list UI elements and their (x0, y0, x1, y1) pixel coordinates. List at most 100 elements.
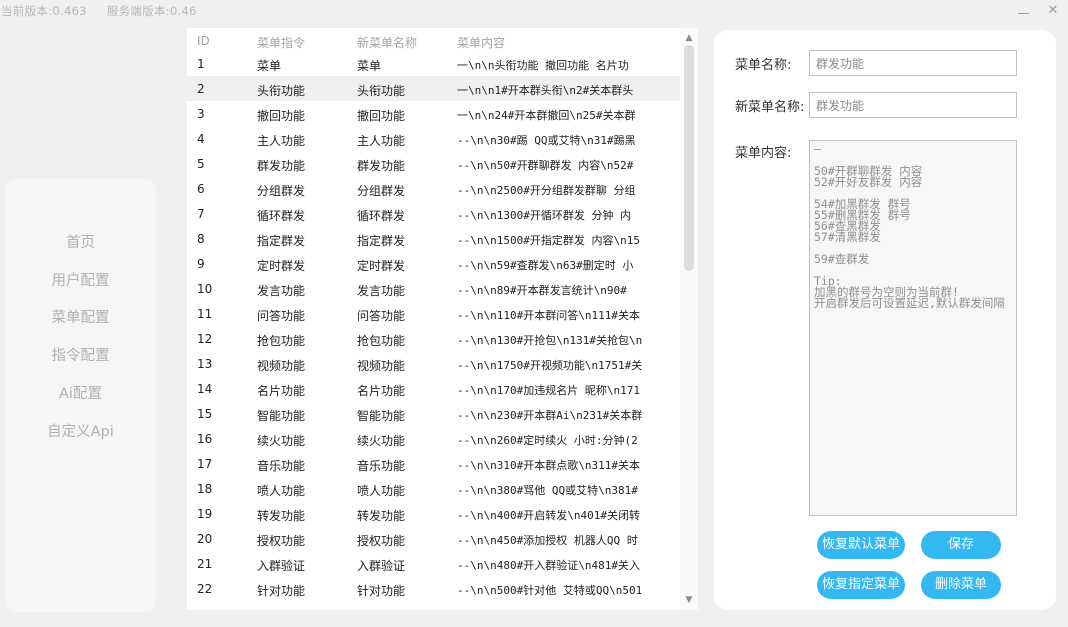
cell-content: --\n\n130#开抢包\n131#关抢包\n (457, 334, 643, 347)
restore-default-button[interactable]: 恢复默认菜单 (817, 531, 905, 559)
table-row[interactable]: 11 问答功能 问答功能 --\n\n110#开本群问答\n111#关本 (187, 301, 680, 326)
menu-editor: 菜单名称: 新菜单名称: 菜单内容: — 50#开群聊群发 内容 52#开好友群… (714, 30, 1056, 610)
cell-content: --\n\n1750#开视频功能\n1751#关 (457, 359, 643, 372)
save-button[interactable]: 保存 (921, 531, 1001, 559)
cell-id: 6 (197, 182, 205, 196)
cell-id: 13 (197, 357, 213, 371)
cell-id: 9 (197, 257, 205, 271)
server-version: 服务端版本:0.46 (106, 4, 197, 18)
table-row[interactable]: 7 循环群发 循环群发 --\n\n1300#开循环群发 分钟 内 (187, 201, 680, 226)
table-row[interactable]: 21 入群验证 入群验证 --\n\n480#开入群验证\n481#关入 (187, 551, 680, 576)
vertical-scrollbar[interactable]: ▲ ▼ (680, 28, 698, 610)
cell-cmd: — (257, 607, 347, 609)
header-content[interactable]: 菜单内容 (457, 34, 505, 51)
cell-cmd: 智能功能 (257, 409, 306, 423)
header-id[interactable]: ID (197, 34, 210, 48)
menu-name-field[interactable] (809, 50, 1017, 76)
new-name-field[interactable] (809, 92, 1017, 118)
cell-new-name: 针对功能 (357, 584, 406, 598)
sidebar-item-custom-api[interactable]: 自定义Api (5, 420, 156, 441)
table-row[interactable]: 18 喷人功能 喷人功能 --\n\n380#骂他 QQ或艾特\n381# (187, 476, 680, 501)
cell-id: 11 (197, 307, 213, 321)
cell-content: --\n\n450#添加授权 机器人QQ 时 (457, 534, 638, 547)
sidebar-item-menu-config[interactable]: 菜单配置 (5, 306, 156, 327)
cell-content: --\n\n89#开本群发言统计\n90# (457, 284, 627, 297)
cell-new-name: 主人功能 (357, 134, 406, 148)
table-row[interactable]: 15 智能功能 智能功能 --\n\n230#开本群Ai\n231#关本群 (187, 401, 680, 426)
cell-content: --\n\n170#加违规名片 昵称\n171 (457, 384, 640, 397)
table-row[interactable]: 4 主人功能 主人功能 --\n\n30#踢 QQ或艾特\n31#踢黑 (187, 126, 680, 151)
table-row[interactable]: 17 音乐功能 音乐功能 --\n\n310#开本群点歌\n311#关本 (187, 451, 680, 476)
header-new-name[interactable]: 新菜单名称 (357, 34, 417, 51)
delete-button[interactable]: 删除菜单 (921, 571, 1001, 599)
cell-new-name: 入群验证 (357, 559, 406, 573)
table-row[interactable]: 22 针对功能 针对功能 --\n\n500#针对他 艾特或QQ\n501 (187, 576, 680, 601)
sidebar-item-home[interactable]: 首页 (5, 231, 156, 252)
cell-id: 14 (197, 382, 213, 396)
cell-cmd: 视频功能 (257, 359, 306, 373)
cell-content: --\n\n400#开启转发\n401#关闭转 (457, 509, 640, 522)
table-row[interactable]: 1 菜单 菜单 一\n\n头衔功能 撤回功能 名片功 (187, 51, 680, 76)
cell-cmd: 音乐功能 (257, 459, 306, 473)
cell-new-name: 定时群发 (357, 259, 406, 273)
cell-new-name: 指定群发 (357, 234, 406, 248)
cell-new-name: 菜单 (357, 59, 382, 73)
table-row[interactable]: 5 群发功能 群发功能 --\n\n50#开群聊群发 内容\n52# (187, 151, 680, 176)
menu-content-textarea[interactable]: — 50#开群聊群发 内容 52#开好友群发 内容 54#加黑群发 群号 55#… (809, 140, 1017, 516)
table-row[interactable]: 2 头衔功能 头衔功能 一\n\n1#开本群头衔\n2#关本群头 (187, 76, 680, 101)
cell-new-name: 智能功能 (357, 409, 406, 423)
cell-id: 8 (197, 232, 205, 246)
scroll-down-icon[interactable]: ▼ (683, 595, 695, 605)
sidebar-item-command-config[interactable]: 指令配置 (5, 344, 156, 365)
scrollbar-thumb[interactable] (684, 45, 694, 271)
scroll-up-icon[interactable]: ▲ (683, 33, 695, 43)
close-icon[interactable]: ✕ (1044, 2, 1062, 20)
cell-content: --\n\n110#开本群问答\n111#关本 (457, 309, 640, 322)
cell-id: 7 (197, 207, 205, 221)
sidebar-item-user-config[interactable]: 用户配置 (5, 269, 156, 290)
cell-new-name: 发言功能 (357, 284, 406, 298)
cell-new-name: 喷人功能 (357, 484, 406, 498)
table-row[interactable]: 19 转发功能 转发功能 --\n\n400#开启转发\n401#关闭转 (187, 501, 680, 526)
cell-id: 15 (197, 407, 213, 421)
content-label: 菜单内容: (735, 146, 792, 161)
sidebar-item-ai-config[interactable]: Ai配置 (5, 382, 156, 403)
table-row[interactable]: 13 视频功能 视频功能 --\n\n1750#开视频功能\n1751#关 (187, 351, 680, 376)
table-row[interactable]: 6 分组群发 分组群发 --\n\n2500#开分组群发群聊 分组 (187, 176, 680, 201)
table-row[interactable]: 14 名片功能 名片功能 --\n\n170#加违规名片 昵称\n171 (187, 376, 680, 401)
table-row[interactable]: 12 抢包功能 抢包功能 --\n\n130#开抢包\n131#关抢包\n (187, 326, 680, 351)
cell-cmd: 入群验证 (257, 559, 306, 573)
cell-new-name: 转发功能 (357, 509, 406, 523)
cell-cmd: 名片功能 (257, 384, 306, 398)
cell-new-name: 续火功能 (357, 434, 406, 448)
cell-new-name: 头衔功能 (357, 84, 406, 98)
cell-cmd: 分组群发 (257, 184, 306, 198)
table-row[interactable]: 20 授权功能 授权功能 --\n\n450#添加授权 机器人QQ 时 (187, 526, 680, 551)
cell-new-name: 名片功能 (357, 384, 406, 398)
cell-content: --\n\n30#踢 QQ或艾特\n31#踢黑 (457, 134, 636, 147)
cell-cmd: 菜单 (257, 59, 282, 73)
table-row[interactable]: 10 发言功能 发言功能 --\n\n89#开本群发言统计\n90# (187, 276, 680, 301)
sidebar: 首页 用户配置 菜单配置 指令配置 Ai配置 自定义Api (5, 179, 156, 612)
cell-id: 17 (197, 457, 213, 471)
table-row[interactable]: 9 定时群发 定时群发 --\n\n59#查群发\n63#删定时 小 (187, 251, 680, 276)
cell-cmd: 授权功能 (257, 534, 306, 548)
table-row[interactable]: 16 续火功能 续火功能 --\n\n260#定时续火 小时:分钟(2 (187, 426, 680, 451)
cell-new-name: 授权功能 (357, 534, 406, 548)
restore-specified-button[interactable]: 恢复指定菜单 (817, 571, 905, 599)
cell-cmd: 发言功能 (257, 284, 306, 298)
cell-id: 16 (197, 432, 213, 446)
menu-table: ID 菜单指令 新菜单名称 菜单内容 1 菜单 菜单 一\n\n头衔功能 撤回功能 名… (187, 28, 698, 610)
table-row[interactable]: 3 撤回功能 撤回功能 一\n\n24#开本群撤回\n25#关本群 (187, 101, 680, 126)
cell-id: 22 (197, 582, 213, 596)
header-cmd[interactable]: 菜单指令 (257, 34, 305, 51)
cell-id: 4 (197, 132, 205, 146)
table-row[interactable]: 8 指定群发 指定群发 --\n\n1500#开指定群发 内容\n15 (187, 226, 680, 251)
cell-id: 5 (197, 157, 205, 171)
menu-name-label: 菜单名称: (735, 58, 792, 73)
cell-content: — (457, 607, 645, 609)
current-version: 当前版本:0.463 (1, 4, 87, 18)
minimize-icon[interactable] (1014, 2, 1032, 20)
table-header: ID 菜单指令 新菜单名称 菜单内容 (187, 28, 677, 52)
table-row[interactable]: 23 — — — (187, 601, 680, 609)
